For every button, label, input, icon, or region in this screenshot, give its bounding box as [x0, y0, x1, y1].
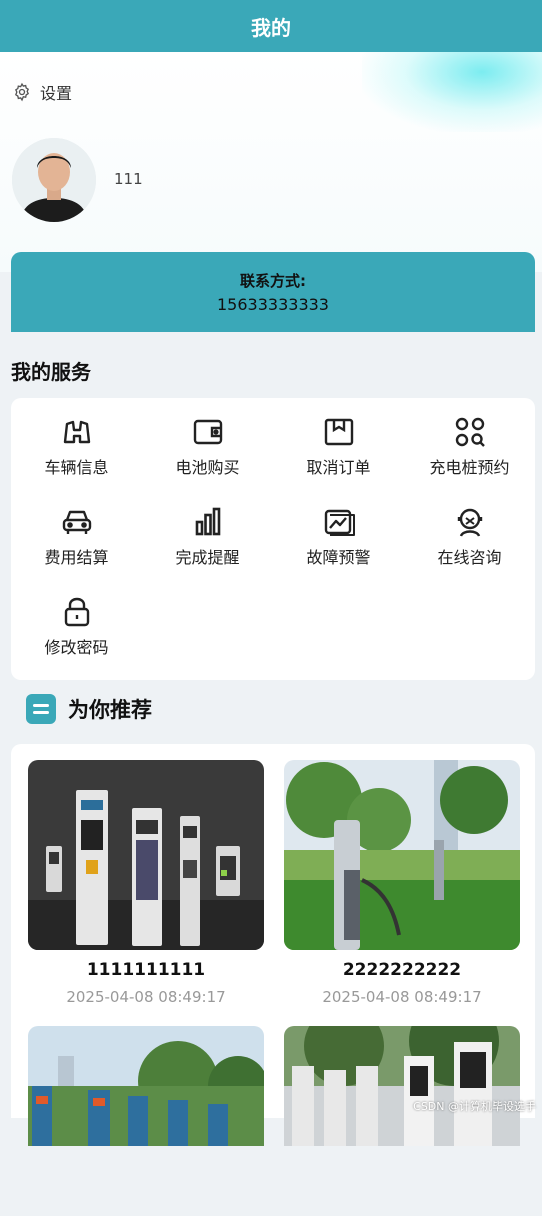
- service-change-password[interactable]: 修改密码: [11, 594, 142, 674]
- service-label: 完成提醒: [175, 548, 240, 567]
- watermark: CSDN @计算机毕设选手: [413, 1100, 536, 1113]
- recommend-card[interactable]: [28, 1026, 264, 1216]
- card-date: 2025-04-08 08:49:17: [66, 988, 226, 1006]
- card-image: [28, 1026, 264, 1216]
- avatar[interactable]: [12, 138, 96, 222]
- profile-hero: 设置 111: [0, 52, 542, 272]
- bar-chart-icon: [195, 507, 220, 536]
- recommend-title: 为你推荐: [68, 698, 152, 722]
- box-icon: [324, 418, 353, 446]
- picture-chart-icon: [324, 509, 355, 536]
- card-image: [284, 1026, 520, 1216]
- recommend-card[interactable]: 2222222222 2025-04-08 08:49:17: [284, 760, 520, 1006]
- car-icon: [62, 510, 91, 534]
- support-agent-icon: [457, 508, 482, 537]
- services-title: 我的服务: [11, 360, 91, 384]
- binoculars-icon: [63, 420, 90, 444]
- contact-phone: 15633333333: [217, 295, 329, 314]
- username: 111: [114, 170, 143, 188]
- service-vehicle-info[interactable]: 车辆信息: [11, 414, 142, 494]
- list-icon: [26, 694, 56, 724]
- service-label: 费用结算: [44, 548, 109, 567]
- recommend-header: 为你推荐: [26, 694, 152, 724]
- service-label: 取消订单: [306, 458, 371, 477]
- service-fault-warning[interactable]: 故障预警: [273, 504, 404, 584]
- service-charger-booking[interactable]: 充电桩预约: [404, 414, 535, 494]
- services-panel: 车辆信息 电池购买 取消订单 充电桩预约 费用结算 完成提醒 故障预警 在线咨询…: [11, 398, 535, 680]
- lock-icon: [64, 597, 89, 627]
- page-title: 我的: [251, 15, 291, 40]
- app-header: 我的: [0, 0, 542, 52]
- recommend-card[interactable]: [284, 1026, 520, 1216]
- service-label: 充电桩预约: [429, 458, 510, 477]
- card-image: [284, 760, 520, 950]
- service-battery-purchase[interactable]: 电池购买: [142, 414, 273, 494]
- contact-label: 联系方式:: [240, 272, 306, 290]
- service-label: 车辆信息: [44, 458, 109, 477]
- service-completion-reminder[interactable]: 完成提醒: [142, 504, 273, 584]
- card-image: [28, 760, 264, 950]
- gear-icon: [14, 82, 30, 102]
- service-cancel-order[interactable]: 取消订单: [273, 414, 404, 494]
- card-date: 2025-04-08 08:49:17: [322, 988, 482, 1006]
- service-label: 故障预警: [306, 548, 371, 567]
- service-label: 在线咨询: [437, 548, 502, 567]
- card-title: 1111111111: [86, 960, 206, 980]
- service-label: 修改密码: [44, 638, 109, 657]
- grid-search-icon: [455, 417, 485, 447]
- settings-button[interactable]: 设置: [12, 80, 72, 104]
- recommend-panel: 1111111111 2025-04-08 08:49:17 222222222…: [11, 744, 535, 1146]
- service-fee-settlement[interactable]: 费用结算: [11, 504, 142, 584]
- hero-glow: [362, 52, 542, 132]
- service-online-consult[interactable]: 在线咨询: [404, 504, 535, 584]
- card-title: 2222222222: [342, 960, 462, 980]
- settings-label: 设置: [40, 84, 73, 103]
- wallet-icon: [193, 419, 222, 445]
- service-label: 电池购买: [175, 458, 240, 477]
- recommend-card[interactable]: 1111111111 2025-04-08 08:49:17: [28, 760, 264, 1006]
- contact-card: 联系方式: 15633333333: [11, 252, 535, 332]
